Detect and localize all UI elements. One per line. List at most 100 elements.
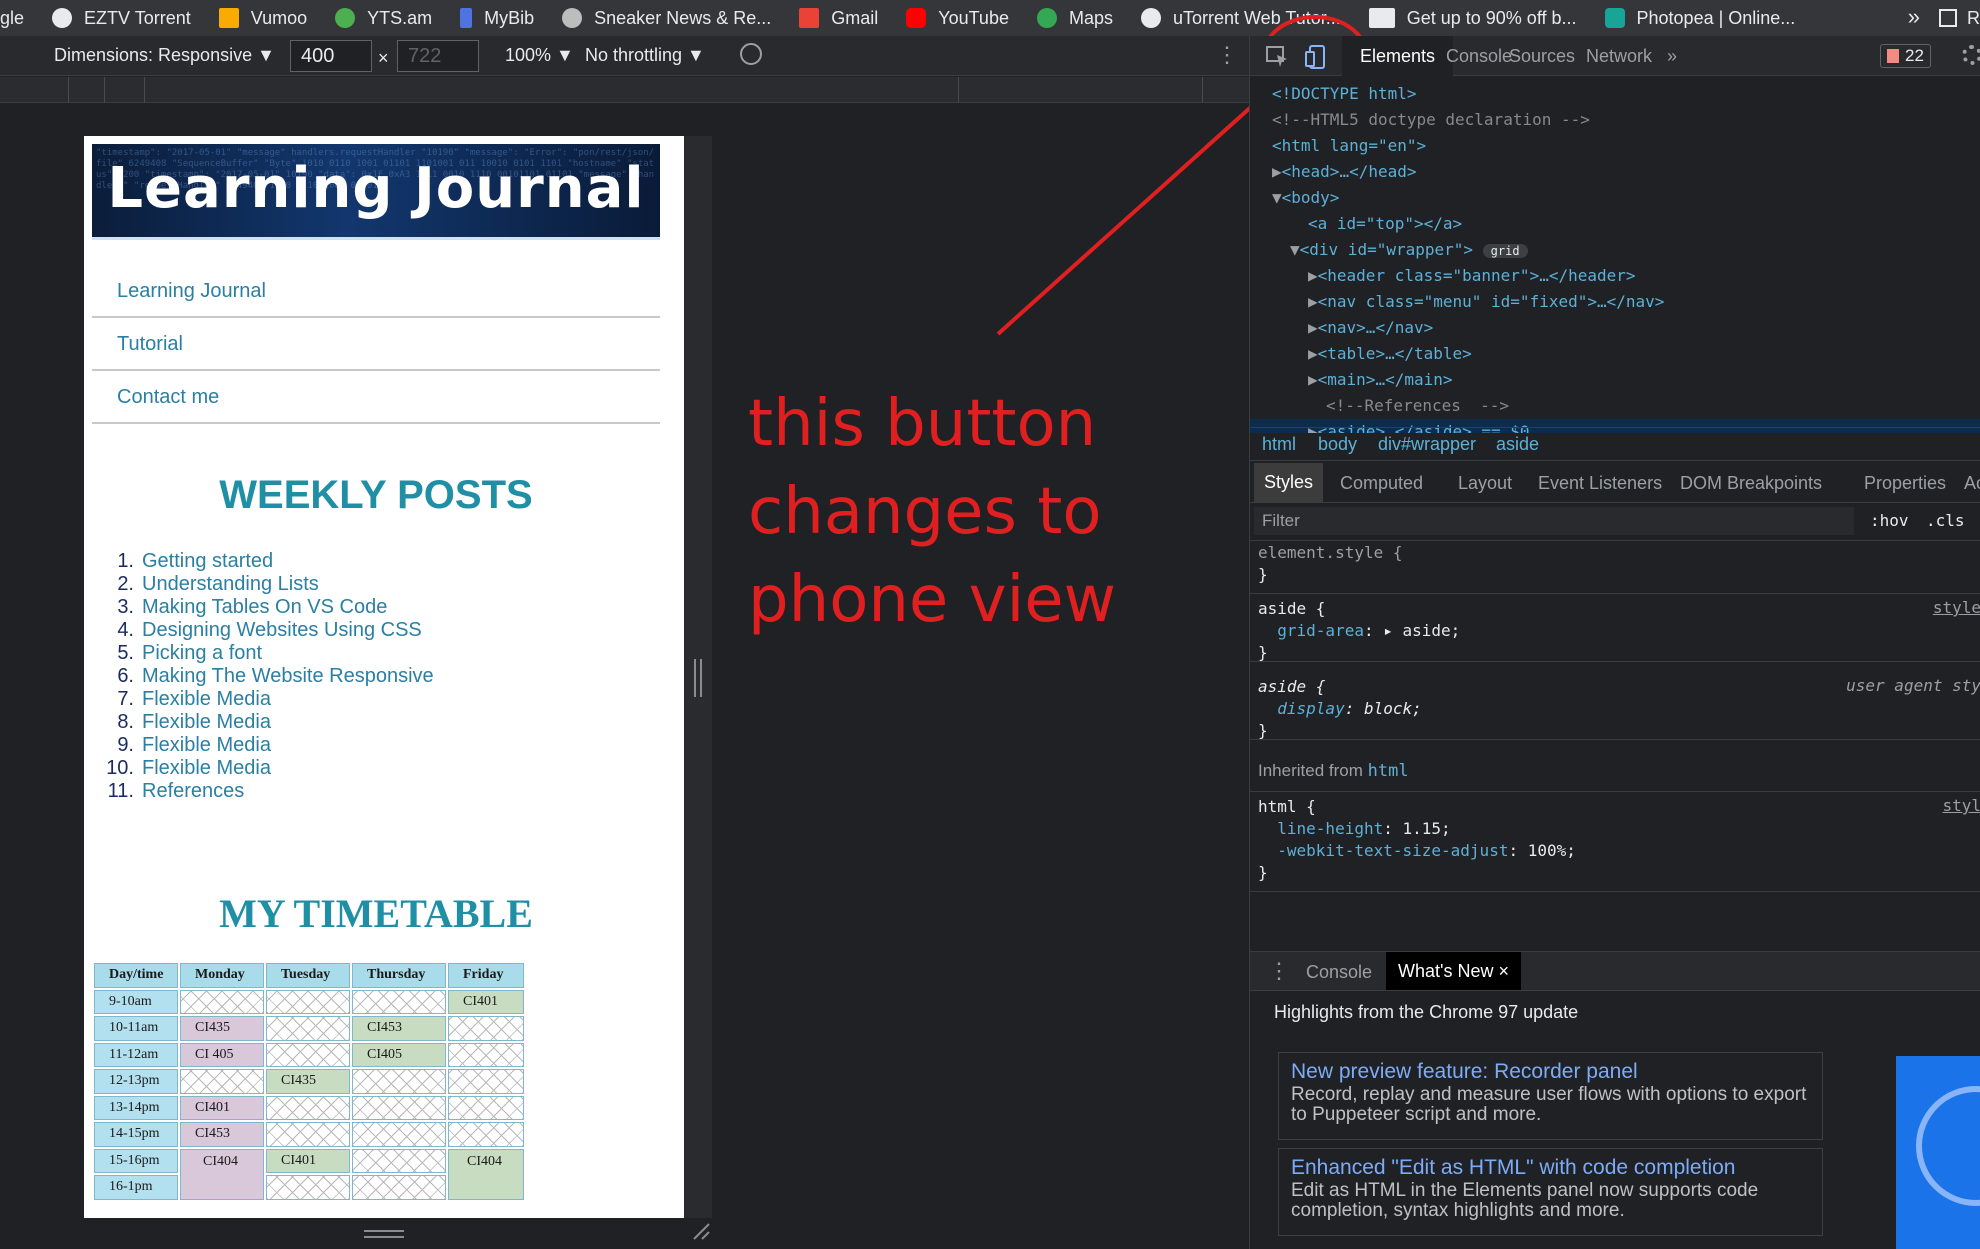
styles-subtab[interactable]: Computed [1340, 473, 1423, 494]
dom-node[interactable]: ▶<table>…</table> [1308, 341, 1472, 367]
post-link[interactable]: Picking a font [142, 642, 262, 665]
dom-node[interactable]: ▶<main>…</main> [1308, 367, 1453, 393]
inspect-element-icon[interactable] [1266, 46, 1288, 68]
post-link[interactable]: Flexible Media [142, 688, 271, 711]
dom-node[interactable]: <!--HTML5 doctype declaration --> [1272, 107, 1590, 133]
dom-node[interactable]: <html lang="en"> [1272, 133, 1426, 159]
styles-subtab[interactable]: Layout [1458, 473, 1512, 494]
more-tabs-button[interactable]: » [1667, 36, 1677, 76]
error-count-badge[interactable]: 22 [1880, 44, 1931, 68]
tab-elements[interactable]: Elements [1342, 36, 1454, 76]
rotate-icon[interactable] [740, 43, 762, 65]
device-toggle-icon[interactable] [1304, 44, 1330, 70]
inherited-from-label[interactable]: Inherited from html [1250, 754, 1980, 792]
drawer-tab-whats-new[interactable]: What's New × [1386, 952, 1521, 990]
timetable-cell [448, 1095, 524, 1120]
drawer-tab-console[interactable]: Console [1306, 962, 1372, 983]
bookmark-eztv[interactable]: EZTV Torrent [52, 8, 191, 29]
post-link[interactable]: Flexible Media [142, 734, 271, 757]
whats-new-card[interactable]: New preview feature: Recorder panel Recor… [1278, 1052, 1823, 1140]
post-link[interactable]: Making Tables On VS Code [142, 596, 387, 619]
bookmark-gmail[interactable]: Gmail [799, 8, 878, 29]
bookmark-google[interactable]: gle [0, 8, 24, 29]
grid-badge[interactable]: grid [1482, 244, 1528, 258]
throttling-dropdown[interactable]: No throttling ▼ [585, 45, 705, 66]
dom-node[interactable]: ▼<body> [1272, 185, 1339, 211]
post-link[interactable]: Designing Websites Using CSS [142, 619, 422, 642]
right-resize-handle[interactable] [694, 659, 702, 697]
breadcrumb-item[interactable]: body [1318, 434, 1357, 455]
close-icon[interactable]: × [1498, 961, 1509, 981]
bookmark-youtube[interactable]: YouTube [906, 8, 1009, 29]
styles-subtab[interactable]: Properties [1864, 473, 1946, 494]
tab-network[interactable]: Network [1586, 36, 1652, 76]
photopea-icon [1604, 8, 1625, 28]
style-rule-aside[interactable]: aside { grid-area: ▸ aside;} style [1250, 598, 1980, 662]
styles-subtab[interactable]: Ac [1964, 473, 1980, 494]
cls-button[interactable]: .cls [1926, 511, 1965, 530]
filter-input[interactable]: Filter [1254, 507, 1854, 535]
zoom-dropdown[interactable]: 100% ▼ [505, 45, 574, 66]
bottom-resize-handle[interactable] [364, 1230, 404, 1238]
breadcrumb-item[interactable]: div#wrapper [1378, 434, 1476, 455]
media-query-ruler [0, 77, 1249, 103]
dom-node[interactable]: ▶<nav>…</nav> [1308, 315, 1433, 341]
dom-node[interactable]: <a id="top"></a> [1308, 211, 1462, 237]
post-link[interactable]: Flexible Media [142, 757, 271, 780]
timetable-cell [448, 1069, 524, 1094]
tab-console[interactable]: Console [1446, 36, 1512, 76]
tab-sources[interactable]: Sources [1509, 36, 1575, 76]
style-rule-element[interactable]: element.style {} [1250, 542, 1980, 594]
banner-title: Learning Journal [107, 156, 645, 221]
post-link[interactable]: Making The Website Responsive [142, 665, 434, 688]
bookmark-maps[interactable]: Maps [1036, 8, 1113, 29]
ruler-segment[interactable] [958, 77, 959, 103]
bookmark-photopea[interactable]: Photopea | Online... [1604, 8, 1795, 29]
timetable-header-cell: Day/time [94, 963, 178, 988]
settings-gear-icon[interactable] [1962, 45, 1980, 65]
bookmarks-overflow-button[interactable]: » [1908, 4, 1920, 30]
height-input[interactable]: 722 [397, 40, 479, 72]
whats-new-card[interactable]: Enhanced "Edit as HTML" with code comple… [1278, 1148, 1823, 1236]
styles-subtab[interactable]: Event Listeners [1538, 473, 1662, 494]
post-link[interactable]: Understanding Lists [142, 573, 319, 596]
breadcrumb-item[interactable]: html [1262, 434, 1296, 455]
dimensions-dropdown[interactable]: Dimensions: Responsive ▼ [54, 45, 275, 66]
post-link[interactable]: References [142, 780, 244, 803]
menu-item-contact[interactable]: Contact me [92, 371, 660, 424]
dom-node[interactable]: ▶<nav class="menu" id="fixed">…</nav> [1308, 289, 1664, 315]
bookmark-vumoo[interactable]: Vumoo [218, 8, 307, 29]
globe-icon [52, 8, 73, 28]
style-rule-html[interactable]: html { line-height: 1.15; -webkit-text-s… [1250, 796, 1980, 892]
style-rule-user-agent[interactable]: aside { display: block;} user agent sty [1250, 676, 1980, 740]
post-link[interactable]: Flexible Media [142, 711, 271, 734]
list-item: 2. Understanding Lists [104, 573, 664, 596]
breadcrumb-item[interactable]: aside [1496, 434, 1539, 455]
dom-node[interactable]: ▶<head>…</head> [1272, 159, 1417, 185]
ruler-segment[interactable] [144, 77, 145, 103]
menu-item-tutorial[interactable]: Tutorial [92, 318, 660, 371]
dom-node[interactable]: ▼<div id="wrapper"> grid [1290, 237, 1528, 263]
styles-subtab[interactable]: Styles [1254, 463, 1324, 502]
more-options-icon[interactable]: ⋮ [1216, 42, 1238, 68]
hov-button[interactable]: :hov [1870, 511, 1909, 530]
corner-resize-handle[interactable] [690, 1220, 710, 1240]
ruler-segment[interactable] [68, 77, 69, 103]
reading-list-button[interactable]: R [1939, 0, 1980, 36]
bookmark-cdk-deal[interactable]: Get up to 90% off b... [1368, 8, 1577, 29]
menu-item-learning-journal[interactable]: Learning Journal [92, 265, 660, 318]
post-link[interactable]: Getting started [142, 550, 273, 573]
bookmark-sneaker-news[interactable]: Sneaker News & Re... [562, 8, 771, 29]
dom-node[interactable]: <!--References --> [1326, 393, 1509, 419]
ruler-segment[interactable] [104, 77, 105, 103]
ruler-segment[interactable] [1202, 77, 1203, 103]
bookmark-utorrent[interactable]: uTorrent Web Tutor... [1140, 8, 1341, 29]
width-input[interactable]: 400 [290, 40, 372, 72]
bookmark-mybib[interactable]: MyBib [460, 8, 534, 29]
drawer-menu-icon[interactable]: ⋮ [1268, 958, 1290, 984]
styles-subtab[interactable]: DOM Breakpoints [1680, 473, 1822, 494]
youtube-icon [906, 8, 927, 28]
dom-node[interactable]: <!DOCTYPE html> [1272, 81, 1417, 107]
dom-node[interactable]: ▶<header class="banner">…</header> [1308, 263, 1636, 289]
bookmark-yts[interactable]: YTS.am [335, 8, 432, 29]
